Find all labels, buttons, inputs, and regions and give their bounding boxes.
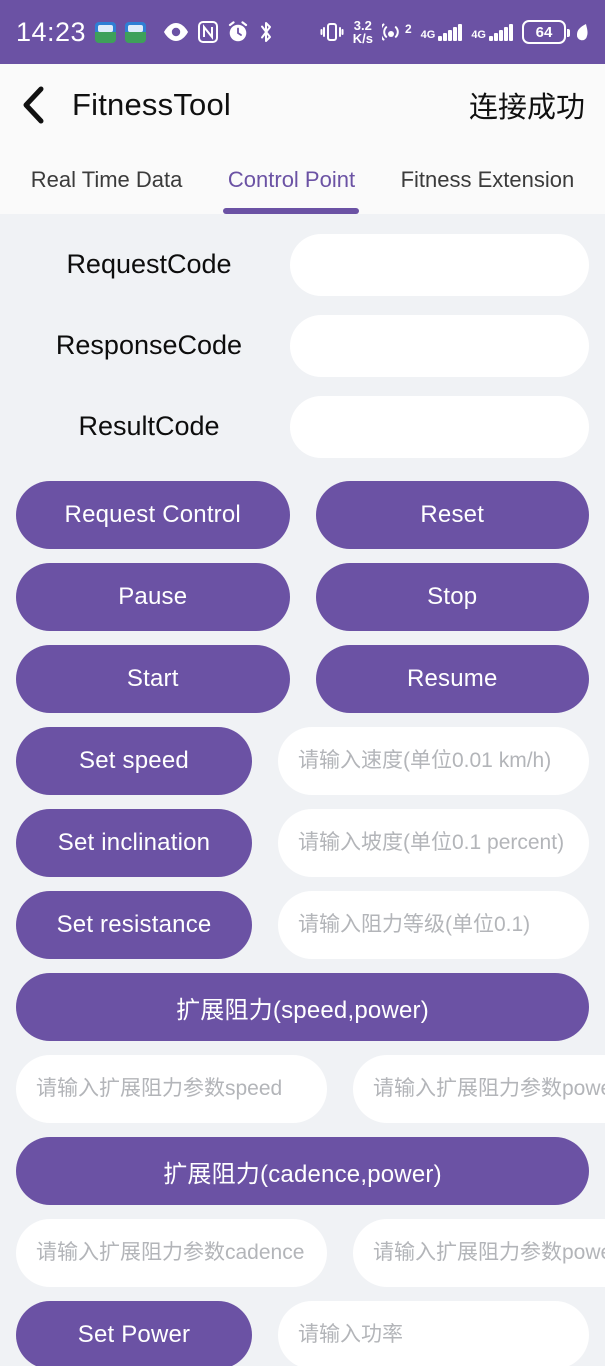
pause-button[interactable]: Pause	[16, 563, 290, 631]
resume-button[interactable]: Resume	[315, 645, 589, 713]
tab-label: Control Point	[227, 167, 356, 192]
request-control-button[interactable]: Request Control	[16, 481, 290, 549]
tab-real-time-data[interactable]: Real Time Data	[8, 146, 205, 214]
status-bar: 14:23 3.2 K/s 2 4G 4G 64	[0, 0, 605, 64]
control-buttons-row-3: Start Resume	[16, 645, 589, 713]
tab-fitness-extension[interactable]: Fitness Extension	[378, 146, 597, 214]
set-speed-input[interactable]	[278, 727, 589, 795]
tab-indicator	[39, 208, 175, 214]
status-bar-right: 3.2 K/s 2 4G 4G 64	[320, 17, 589, 46]
set-resistance-input[interactable]	[278, 891, 589, 959]
signal-icon: 4G	[420, 23, 463, 41]
hotspot-icon: 2	[381, 22, 412, 42]
tab-label: Real Time Data	[30, 167, 183, 192]
cell2-network-label: 4G	[471, 28, 486, 41]
network-speed-value: 3.2	[353, 17, 372, 33]
tab-indicator	[223, 208, 360, 214]
ext-resistance-speed-power-button-row: 扩展阻力(speed,power)	[16, 973, 589, 1041]
app-screen: 14:23 3.2 K/s 2 4G 4G 64 FitnessTool 连接成…	[0, 0, 605, 1366]
request-code-input[interactable]	[290, 233, 589, 296]
request-code-label: RequestCode	[66, 249, 232, 279]
vibrate-icon	[320, 21, 344, 43]
app-notification-icon	[125, 21, 147, 43]
battery-level: 64	[535, 23, 553, 41]
ext-resistance-cadence-input[interactable]	[16, 1219, 327, 1287]
app-notification-icon	[95, 21, 117, 43]
result-code-row: ResultCode	[16, 386, 589, 467]
tab-label: Fitness Extension	[400, 167, 575, 192]
stop-button[interactable]: Stop	[315, 563, 589, 631]
ext-resistance-speed-power-button[interactable]: 扩展阻力(speed,power)	[16, 973, 589, 1041]
network-speed-unit: K/s	[352, 31, 373, 46]
signal-bars	[438, 23, 463, 41]
ext-resistance-cadence-power-inputs-row	[16, 1219, 605, 1287]
chevron-left-icon[interactable]	[20, 85, 54, 125]
signal-icon: 4G	[471, 23, 513, 41]
control-point-panel: RequestCode ResponseCode ResultCode Requ…	[0, 214, 605, 1366]
set-inclination-row: Set inclination	[16, 809, 589, 877]
battery-icon: 64	[522, 20, 570, 44]
control-buttons-row-2: Pause Stop	[16, 563, 589, 631]
response-code-label: ResponseCode	[55, 330, 243, 360]
charging-leaf-icon	[575, 22, 589, 42]
tab-indicator	[419, 208, 555, 214]
result-code-input[interactable]	[290, 395, 589, 458]
ext-resistance-speed-input[interactable]	[16, 1055, 327, 1123]
start-button[interactable]: Start	[16, 645, 290, 713]
set-inclination-input[interactable]	[278, 809, 589, 877]
network-speed-indicator: 3.2 K/s	[352, 17, 373, 46]
bluetooth-icon	[258, 21, 274, 43]
result-code-label: ResultCode	[78, 411, 220, 441]
page-title: FitnessTool	[72, 87, 231, 122]
nfc-icon	[198, 21, 219, 43]
response-code-row: ResponseCode	[16, 305, 589, 386]
hotspot-badge: 2	[404, 22, 412, 36]
set-speed-row: Set speed	[16, 727, 589, 795]
tab-bar: Real Time Data Control Point Fitness Ext…	[0, 146, 605, 214]
response-code-input[interactable]	[290, 314, 589, 377]
app-header: FitnessTool 连接成功	[0, 64, 605, 146]
ext-resistance-cadence-power-button[interactable]: 扩展阻力(cadence,power)	[16, 1137, 589, 1205]
request-code-row: RequestCode	[16, 224, 589, 305]
ext-resistance-cadence-power-input[interactable]	[353, 1219, 605, 1287]
eye-icon	[163, 23, 189, 41]
ext-resistance-cadence-power-button-row: 扩展阻力(cadence,power)	[16, 1137, 589, 1205]
connection-status-label: 连接成功	[468, 92, 585, 124]
ext-resistance-power-input[interactable]	[353, 1055, 605, 1123]
set-inclination-button[interactable]: Set inclination	[16, 809, 252, 877]
cell1-network-label: 4G	[420, 28, 436, 41]
status-bar-left: 14:23	[16, 17, 274, 48]
control-buttons-row-1: Request Control Reset	[16, 481, 589, 549]
reset-button[interactable]: Reset	[315, 481, 589, 549]
set-power-row: Set Power	[16, 1301, 589, 1366]
tab-control-point[interactable]: Control Point	[205, 146, 378, 214]
set-power-input[interactable]	[278, 1301, 589, 1366]
ext-resistance-speed-power-inputs-row	[16, 1055, 605, 1123]
set-power-button[interactable]: Set Power	[16, 1301, 252, 1366]
alarm-icon	[227, 21, 249, 43]
status-bar-clock: 14:23	[16, 16, 87, 47]
signal-bars	[489, 23, 513, 41]
set-speed-button[interactable]: Set speed	[16, 727, 252, 795]
set-resistance-button[interactable]: Set resistance	[16, 891, 252, 959]
set-resistance-row: Set resistance	[16, 891, 589, 959]
